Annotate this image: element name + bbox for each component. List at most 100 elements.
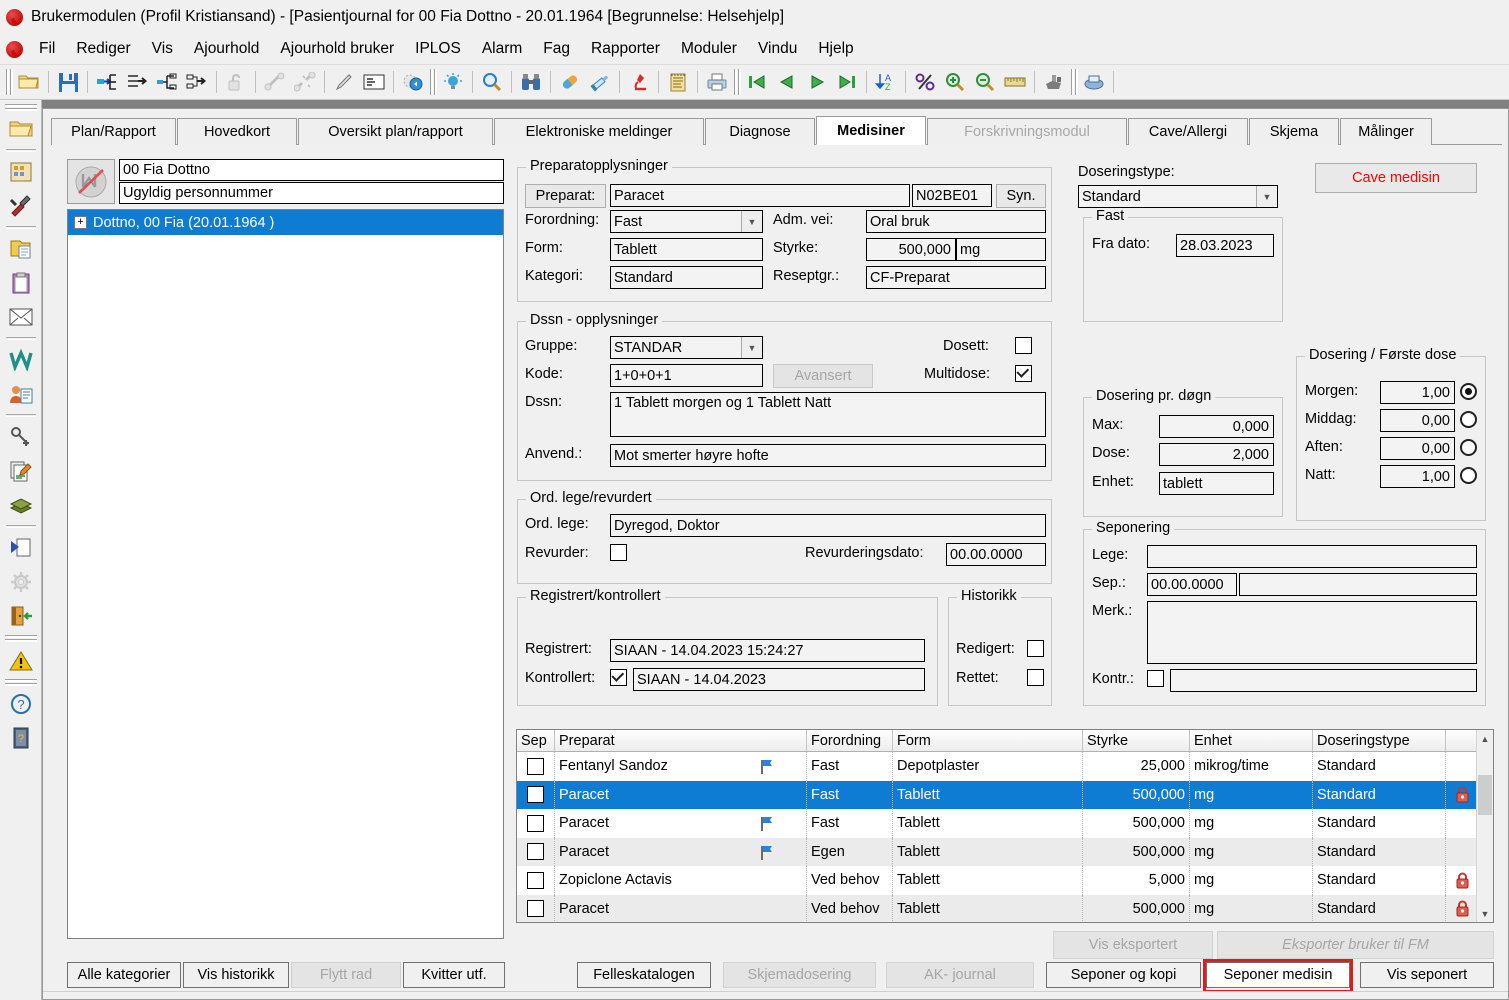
vis-historikk-button[interactable]: Vis historikk bbox=[183, 962, 289, 988]
journal-icon[interactable] bbox=[663, 67, 693, 97]
vis-seponert-button[interactable]: Vis seponert bbox=[1360, 962, 1494, 988]
kode-field[interactable]: 1+0+0+1 bbox=[610, 364, 763, 387]
dose-field[interactable]: 2,000 bbox=[1159, 443, 1274, 466]
books-icon[interactable] bbox=[4, 488, 38, 522]
column-header-doseringstype[interactable]: Doseringstype bbox=[1313, 730, 1446, 751]
print-preview-icon[interactable] bbox=[702, 67, 732, 97]
dssn-field[interactable]: 1 Tablett morgen og 1 Tablett Natt bbox=[610, 392, 1046, 437]
chevron-down-icon[interactable]: ▼ bbox=[1256, 186, 1277, 207]
natt-radio[interactable] bbox=[1460, 467, 1477, 484]
max-field[interactable]: 0,000 bbox=[1159, 415, 1274, 438]
side-toolbar-grip-3[interactable] bbox=[4, 677, 37, 687]
row-sep-checkbox[interactable] bbox=[527, 843, 544, 861]
dosett-checkbox[interactable] bbox=[1015, 337, 1032, 354]
column-header-forordning[interactable]: Forordning bbox=[807, 730, 893, 751]
toolbar-grip-2[interactable] bbox=[428, 69, 438, 95]
pencil-icon[interactable] bbox=[329, 67, 359, 97]
menu-item-rediger[interactable]: Rediger bbox=[67, 37, 139, 61]
move-node-icon[interactable] bbox=[182, 67, 212, 97]
scroll-up-icon[interactable]: ▲ bbox=[1477, 730, 1493, 747]
menu-item-rapporter[interactable]: Rapporter bbox=[582, 37, 669, 61]
middag-field[interactable]: 0,00 bbox=[1380, 409, 1455, 432]
morgen-field[interactable]: 1,00 bbox=[1380, 381, 1455, 404]
enhet-field[interactable]: tablett bbox=[1159, 472, 1274, 495]
forordning-combo[interactable]: Fast ▼ bbox=[610, 210, 763, 233]
warning-icon[interactable] bbox=[4, 643, 38, 677]
expand-icon[interactable]: + bbox=[74, 216, 87, 229]
styrke-field[interactable]: 500,000 bbox=[866, 238, 956, 261]
first-record-icon[interactable] bbox=[742, 67, 772, 97]
sep-lege-field[interactable] bbox=[1147, 545, 1477, 568]
row-sep-cell[interactable] bbox=[517, 752, 555, 781]
gear-icon[interactable] bbox=[4, 565, 38, 599]
tab-plan-rapport[interactable]: Plan/Rapport bbox=[51, 118, 176, 145]
side-toolbar-grip[interactable] bbox=[4, 102, 37, 112]
table-row[interactable]: Paracet Fast Tablett 500,000 mg Standard bbox=[517, 780, 1493, 809]
menu-item-alarm[interactable]: Alarm bbox=[473, 37, 531, 61]
tab-medisiner[interactable]: Medisiner bbox=[816, 116, 926, 145]
tab-hovedkort[interactable]: Hovedkort bbox=[177, 118, 297, 145]
tab-cave-allergi[interactable]: Cave/Allergi bbox=[1128, 118, 1248, 145]
tools-icon[interactable] bbox=[4, 189, 38, 223]
chevron-down-icon[interactable]: ▼ bbox=[741, 337, 762, 358]
row-sep-checkbox[interactable] bbox=[527, 814, 544, 832]
sort-az-icon[interactable]: AZ bbox=[871, 67, 901, 97]
tab-oversikt-plan-rapport[interactable]: Oversikt plan/rapport bbox=[298, 118, 493, 145]
menu-item-ajourhold[interactable]: Ajourhold bbox=[185, 37, 269, 61]
tab-diagnose[interactable]: Diagnose bbox=[705, 118, 815, 145]
column-header-styrke[interactable]: Styrke bbox=[1083, 730, 1190, 751]
row-sep-checkbox[interactable] bbox=[527, 871, 544, 889]
patient-tree-node[interactable]: + Dottno, 00 Fia (20.01.1964 ) bbox=[68, 210, 503, 235]
toolbar-grip-3[interactable] bbox=[732, 69, 742, 95]
row-sep-checkbox[interactable] bbox=[527, 786, 544, 804]
preparat-button[interactable]: Preparat: bbox=[525, 184, 606, 208]
menu-item-fag[interactable]: Fag bbox=[534, 37, 579, 61]
row-sep-cell[interactable] bbox=[517, 837, 555, 866]
table-row[interactable]: Paracet Fast Tablett 500,000 mg Standard bbox=[517, 809, 1493, 838]
help-icon[interactable]: ? bbox=[4, 687, 38, 721]
row-sep-checkbox[interactable] bbox=[527, 757, 544, 775]
chevron-down-icon[interactable]: ▼ bbox=[741, 211, 762, 232]
row-sep-cell[interactable] bbox=[517, 894, 555, 922]
previous-record-icon[interactable] bbox=[772, 67, 802, 97]
scrollbar-thumb[interactable] bbox=[1478, 775, 1492, 815]
rettet-checkbox[interactable] bbox=[1027, 669, 1044, 686]
envelope-icon[interactable] bbox=[4, 300, 38, 334]
menu-item-iplos[interactable]: IPLOS bbox=[406, 37, 470, 61]
percent-icon[interactable] bbox=[910, 67, 940, 97]
redigert-checkbox[interactable] bbox=[1027, 640, 1044, 657]
next-record-icon[interactable] bbox=[802, 67, 832, 97]
next-page-icon[interactable] bbox=[4, 531, 38, 565]
binoculars-icon[interactable] bbox=[516, 67, 546, 97]
link-icon[interactable] bbox=[260, 67, 290, 97]
anvend-field[interactable]: Mot smerter høyre hofte bbox=[610, 444, 1046, 467]
grid-vertical-scrollbar[interactable]: ▲ ▼ bbox=[1476, 730, 1493, 922]
indent-right-icon[interactable] bbox=[122, 67, 152, 97]
ord-lege-field[interactable]: Dyregod, Doktor bbox=[610, 514, 1046, 537]
column-header-lock[interactable] bbox=[1446, 730, 1478, 751]
unlink-icon[interactable] bbox=[290, 67, 320, 97]
sep-date-field[interactable]: 00.00.0000 bbox=[1147, 573, 1237, 596]
save-icon[interactable] bbox=[53, 67, 83, 97]
kontr-field[interactable] bbox=[1170, 669, 1477, 692]
search-icon[interactable] bbox=[477, 67, 507, 97]
syn-button[interactable]: Syn. bbox=[996, 184, 1046, 208]
pill-icon[interactable] bbox=[555, 67, 585, 97]
revurderingsdato-field[interactable]: 00.00.0000 bbox=[946, 543, 1046, 566]
alle-kategorier-button[interactable]: Alle kategorier bbox=[67, 962, 181, 988]
aften-radio[interactable] bbox=[1460, 439, 1477, 456]
open-folder-icon[interactable] bbox=[4, 112, 38, 146]
patient-tree-panel[interactable]: + Dottno, 00 Fia (20.01.1964 ) bbox=[67, 209, 504, 939]
sep-text-field[interactable] bbox=[1239, 573, 1477, 596]
kategori-field[interactable]: Standard bbox=[610, 266, 763, 289]
menu-item-fil[interactable]: Fil bbox=[30, 37, 64, 61]
tools-icon[interactable] bbox=[1039, 67, 1069, 97]
reseptgr-field[interactable]: CF-Preparat bbox=[866, 266, 1046, 289]
clipboard-icon[interactable] bbox=[4, 266, 38, 300]
menu-item-vis[interactable]: Vis bbox=[143, 37, 182, 61]
menu-item-vindu[interactable]: Vindu bbox=[749, 37, 806, 61]
gruppe-combo[interactable]: STANDAR ▼ bbox=[610, 336, 763, 359]
kontrollert-checkbox[interactable] bbox=[610, 669, 627, 686]
menu-item-ajourhold-bruker[interactable]: Ajourhold bruker bbox=[271, 37, 403, 61]
preparat-field[interactable]: Paracet bbox=[610, 184, 910, 207]
